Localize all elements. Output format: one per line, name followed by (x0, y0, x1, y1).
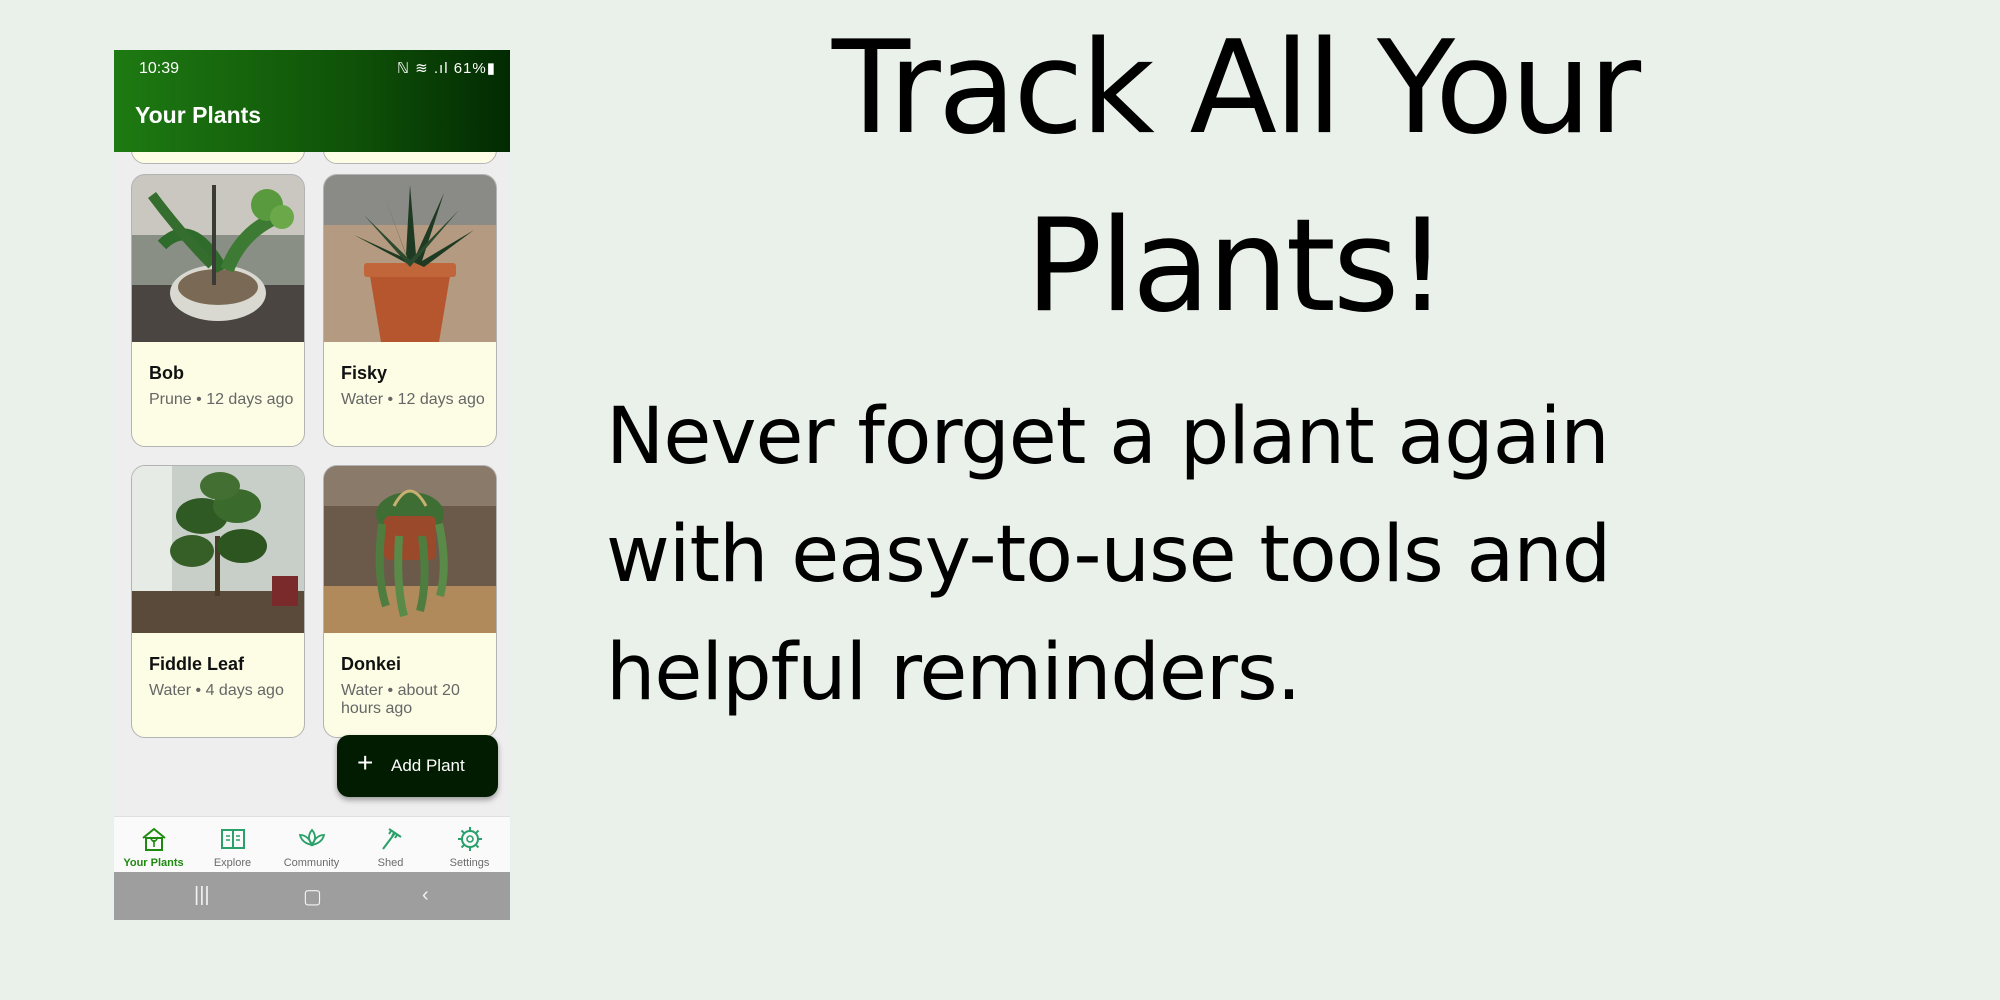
plant-name: Bob (149, 363, 184, 383)
nav-item-settings[interactable]: Settings (430, 817, 509, 873)
plant-photo (324, 175, 496, 342)
bottom-nav: Your Plants Explore Community Shed Setti… (114, 816, 510, 873)
plus-icon: + (357, 747, 374, 778)
page-title: Your Plants (135, 102, 262, 128)
rake-icon (382, 828, 402, 850)
status-icons: ℕ ≋ .ıl 61%▮ (396, 60, 496, 77)
plant-card[interactable]: Fisky Water • 12 days ago (323, 174, 497, 447)
plant-card[interactable]: Donkei Water • about 20 hours ago (323, 465, 497, 738)
plant-photo (324, 466, 496, 633)
status-time: 10:39 (139, 60, 180, 77)
add-plant-label: Add Plant (391, 756, 465, 775)
house-plant-icon (142, 827, 166, 851)
back-button[interactable]: ‹ (422, 884, 429, 907)
tagline-line-1: Never forget a plant again (606, 392, 1610, 482)
lotus-icon (298, 828, 326, 847)
plant-name: Fiddle Leaf (149, 654, 245, 674)
home-button[interactable]: ▢ (303, 884, 322, 909)
nav-item-explore[interactable]: Explore (193, 817, 272, 873)
gear-icon (458, 827, 482, 851)
plant-last-care: Prune • 12 days ago (149, 391, 294, 408)
plant-name: Fisky (341, 363, 388, 383)
plant-photo (132, 466, 304, 633)
plant-last-care: Water • 12 days ago (341, 391, 485, 408)
book-icon (221, 829, 245, 849)
plant-last-care: Water • about 20 hours ago (341, 682, 460, 717)
headline-line-1: Track All Your (831, 14, 1641, 163)
nav-label: Explore (213, 857, 252, 869)
headline: Track All Your Plants! (600, 0, 1870, 356)
headline-line-2: Plants! (1025, 192, 1448, 341)
nav-label: Settings (449, 857, 490, 869)
tagline-line-3: helpful reminders. (606, 628, 1301, 718)
plant-card[interactable]: Fiddle Leaf Water • 4 days ago (131, 465, 305, 738)
add-plant-button[interactable]: + Add Plant (337, 735, 498, 797)
status-bar: 10:39 ℕ ≋ .ıl 61%▮ (114, 50, 510, 90)
plant-card[interactable]: Bob Prune • 12 days ago (131, 174, 305, 447)
nav-item-your-plants[interactable]: Your Plants (114, 817, 193, 873)
recents-button[interactable]: ||| (194, 884, 210, 907)
nav-label: Community (283, 857, 340, 869)
nav-item-shed[interactable]: Shed (351, 817, 430, 873)
plant-last-care: Water • 4 days ago (149, 682, 284, 699)
plant-photo (132, 175, 304, 342)
nav-item-community[interactable]: Community (272, 817, 351, 873)
nav-label: Your Plants (123, 857, 184, 869)
plant-card-partial[interactable] (323, 152, 497, 164)
tagline-line-2: with easy-to-use tools and (606, 510, 1611, 600)
plant-name: Donkei (341, 654, 402, 674)
tagline: Never forget a plant again with easy-to-… (606, 378, 1926, 732)
nav-label: Shed (377, 857, 404, 869)
system-nav-bar: ||| ▢ ‹ (114, 872, 510, 920)
app-bar: 10:39 ℕ ≋ .ıl 61%▮ Your Plants (114, 50, 510, 152)
plant-card-partial[interactable] (131, 152, 305, 164)
phone-screenshot: 10:39 ℕ ≋ .ıl 61%▮ Your Plants Bob Prune… (114, 50, 510, 920)
